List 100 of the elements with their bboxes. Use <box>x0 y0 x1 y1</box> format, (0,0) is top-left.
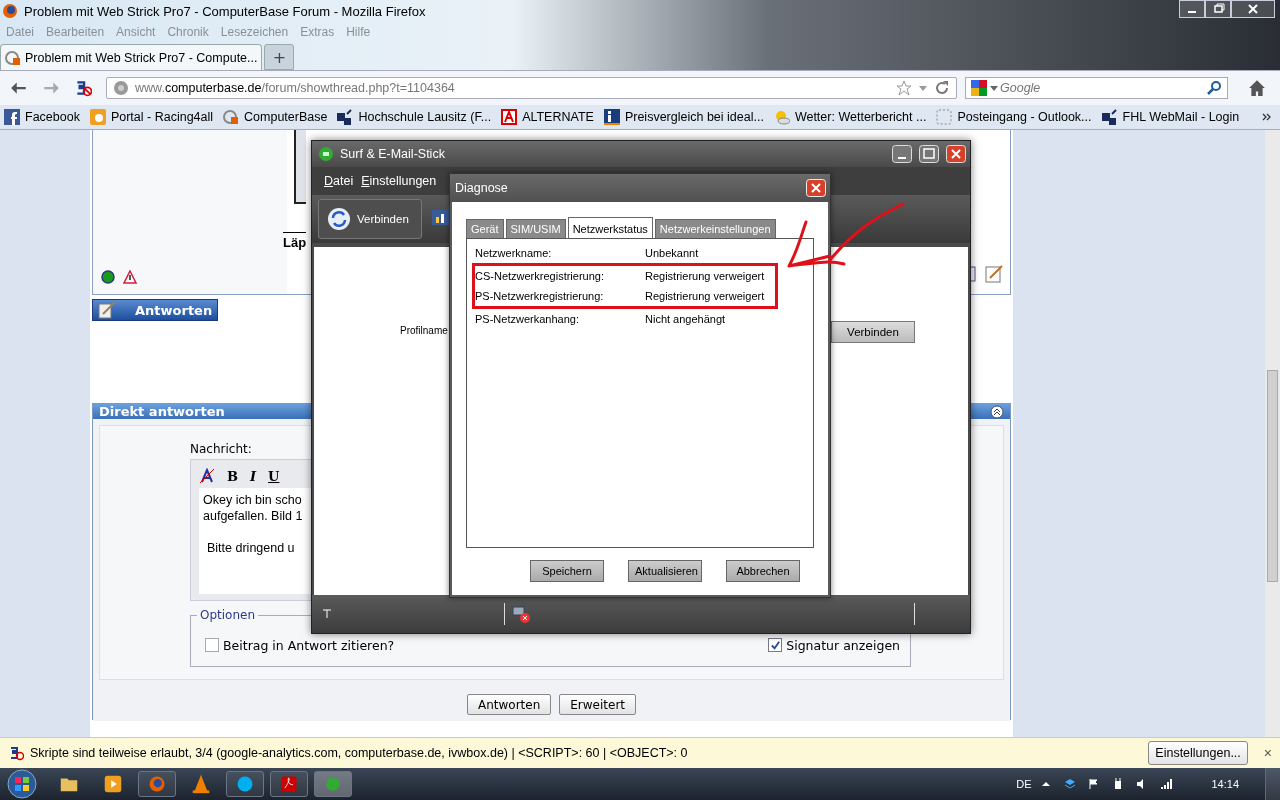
quill-paper-icon <box>97 300 117 320</box>
online-status-icon <box>101 270 115 284</box>
status-value: Unbekannt <box>645 247 699 259</box>
puzzle-icon <box>89 109 106 125</box>
weather-icon <box>773 109 790 125</box>
checkbox[interactable] <box>768 638 783 652</box>
bookmark-link[interactable]: Posteingang - Outlook... <box>957 110 1092 124</box>
info-icon <box>603 109 620 125</box>
chat-icon[interactable] <box>226 771 264 797</box>
app-logo-icon <box>318 146 334 162</box>
settings-button[interactable]: Einstellungen... <box>1148 741 1248 765</box>
home-icon[interactable] <box>1248 79 1266 97</box>
edit-note-icon[interactable] <box>984 264 1004 284</box>
bookmark-link[interactable]: Wetter: Wetterbericht ... <box>794 110 927 124</box>
dialog-button[interactable]: Speichern <box>530 560 604 582</box>
star-icon[interactable] <box>896 80 912 96</box>
close-button[interactable] <box>946 145 966 163</box>
firefox-icon[interactable] <box>138 771 176 797</box>
connect-button[interactable]: Verbinden <box>831 321 915 343</box>
blank-page-icon <box>936 109 953 125</box>
warning-icon[interactable] <box>123 270 137 284</box>
message-text-line: Okey ich bin scho <box>203 492 302 508</box>
chevron-icon[interactable] <box>1262 112 1272 122</box>
disconnected-computer-icon <box>511 604 531 624</box>
bookmark-link[interactable]: ALTERNATE <box>522 110 594 124</box>
menu-item[interactable]: Datei <box>324 174 354 188</box>
bookmark-link[interactable]: Preisvergleich bei ideal... <box>624 110 764 124</box>
font-color-icon[interactable] <box>199 468 215 484</box>
new-tab-button[interactable]: + <box>264 44 295 70</box>
reload-icon[interactable] <box>934 80 950 96</box>
connect-toolbar-button[interactable]: Verbinden <box>318 199 422 239</box>
dialog-title: Diagnose <box>455 181 508 195</box>
message-text-line: Bitte dringend u <box>207 540 295 556</box>
minimize-button[interactable] <box>1179 0 1205 18</box>
form-button[interactable]: Antworten <box>466 694 552 715</box>
bookmark-link[interactable]: Facebook <box>25 110 80 124</box>
url-field[interactable]: www.computerbase.de/forum/showthread.php?t=1104364 <box>106 77 957 99</box>
cb-favicon-icon <box>5 49 21 66</box>
form-button[interactable]: Erweitert <box>559 694 637 715</box>
fieldset-legend: Optionen <box>197 608 259 622</box>
window-title: Surf & E-Mail-Stick <box>340 147 445 161</box>
status-label: PS-Netzwerkregistrierung: <box>475 290 605 302</box>
status-label: CS-Netzwerkregistrierung: <box>475 270 605 282</box>
menu-item[interactable]: Einstellungen <box>361 174 437 188</box>
noscript-icon[interactable] <box>74 79 92 97</box>
close-button[interactable] <box>1231 0 1275 18</box>
field-label: Nachricht: <box>190 442 253 456</box>
browser-tab[interactable]: Problem mit Web Strick Pro7 - Compute... <box>0 44 263 70</box>
dialog-tab[interactable]: Netzwerkstatus <box>567 217 653 239</box>
collapse-icon[interactable] <box>990 404 1004 419</box>
image-thumbnail[interactable] <box>294 130 306 204</box>
status-value: Registrierung verweigert <box>645 290 765 302</box>
bookmark-link[interactable]: Portal - Racing4all <box>110 110 214 124</box>
google-logo-icon <box>971 80 987 96</box>
post-heading: Läp <box>283 232 307 250</box>
status-value: Registrierung verweigert <box>645 270 765 282</box>
squares-icon <box>337 109 354 125</box>
firefox-icon <box>2 3 18 19</box>
box-icon[interactable] <box>1064 778 1077 790</box>
dialog-button[interactable]: Abbrechen <box>726 560 800 582</box>
status-value: Nicht angehängt <box>645 313 726 325</box>
clock[interactable]: 14:14 <box>1211 778 1239 790</box>
checkbox-label: Signatur anzeigen <box>786 637 900 653</box>
format-button[interactable]: U <box>268 468 280 484</box>
checkbox[interactable] <box>205 638 219 652</box>
globe-icon <box>113 80 129 96</box>
restore-button[interactable] <box>1205 0 1231 18</box>
panel-title: Direkt antworten <box>99 404 225 419</box>
noscript-icon <box>8 745 24 761</box>
scrollbar[interactable] <box>1265 130 1280 737</box>
maximize-button[interactable] <box>919 145 939 163</box>
dropdown-arrow-icon[interactable] <box>918 83 928 93</box>
letter-a-icon <box>501 109 518 125</box>
search-icon[interactable] <box>1206 80 1222 96</box>
cb-favicon-icon <box>223 109 240 125</box>
refresh-icon <box>327 207 351 231</box>
format-button[interactable]: I <box>250 468 257 484</box>
dialog-button[interactable]: Aktualisieren <box>628 560 702 582</box>
tab-label: Problem mit Web Strick Pro7 - Compute... <box>25 50 258 65</box>
reply-button[interactable]: Antworten <box>92 299 218 321</box>
signal-bars-icon[interactable] <box>1160 778 1173 790</box>
format-button[interactable]: B <box>227 468 238 484</box>
bookmark-link[interactable]: FHL WebMail - Login <box>1122 110 1240 124</box>
field-label: Profilname <box>400 325 448 336</box>
checkbox-label: Beitrag in Antwort zitieren? <box>223 637 395 653</box>
close-button[interactable]: × <box>1263 745 1272 761</box>
pdf-icon[interactable] <box>270 771 308 797</box>
message-text-line: aufgefallen. Bild 1 <box>203 508 303 524</box>
bookmark-link[interactable]: Hochschule Lausitz (F... <box>358 110 492 124</box>
minimize-button[interactable] <box>892 145 912 163</box>
notification-text: Skripte sind teilweise erlaubt, 3/4 (google-analytics.com, computerbase.de, ivwbox.de) | <SCRIPT>: 60 | <OBJECT>: 0 <box>30 746 688 760</box>
window-title: Problem mit Web Strick Pro7 - ComputerBase Forum - Mozilla Firefox <box>24 3 426 19</box>
status-label: Netzwerkname: <box>475 247 553 259</box>
facebook-icon <box>4 109 20 125</box>
status-label: PS-Netzwerkanhang: <box>475 313 580 325</box>
language-indicator[interactable]: DE <box>1016 778 1032 790</box>
search-field[interactable]: Google <box>965 77 1228 99</box>
squares-icon <box>1101 109 1118 125</box>
dropdown-arrow-icon[interactable] <box>989 83 999 93</box>
bookmark-link[interactable]: ComputerBase <box>244 110 328 124</box>
